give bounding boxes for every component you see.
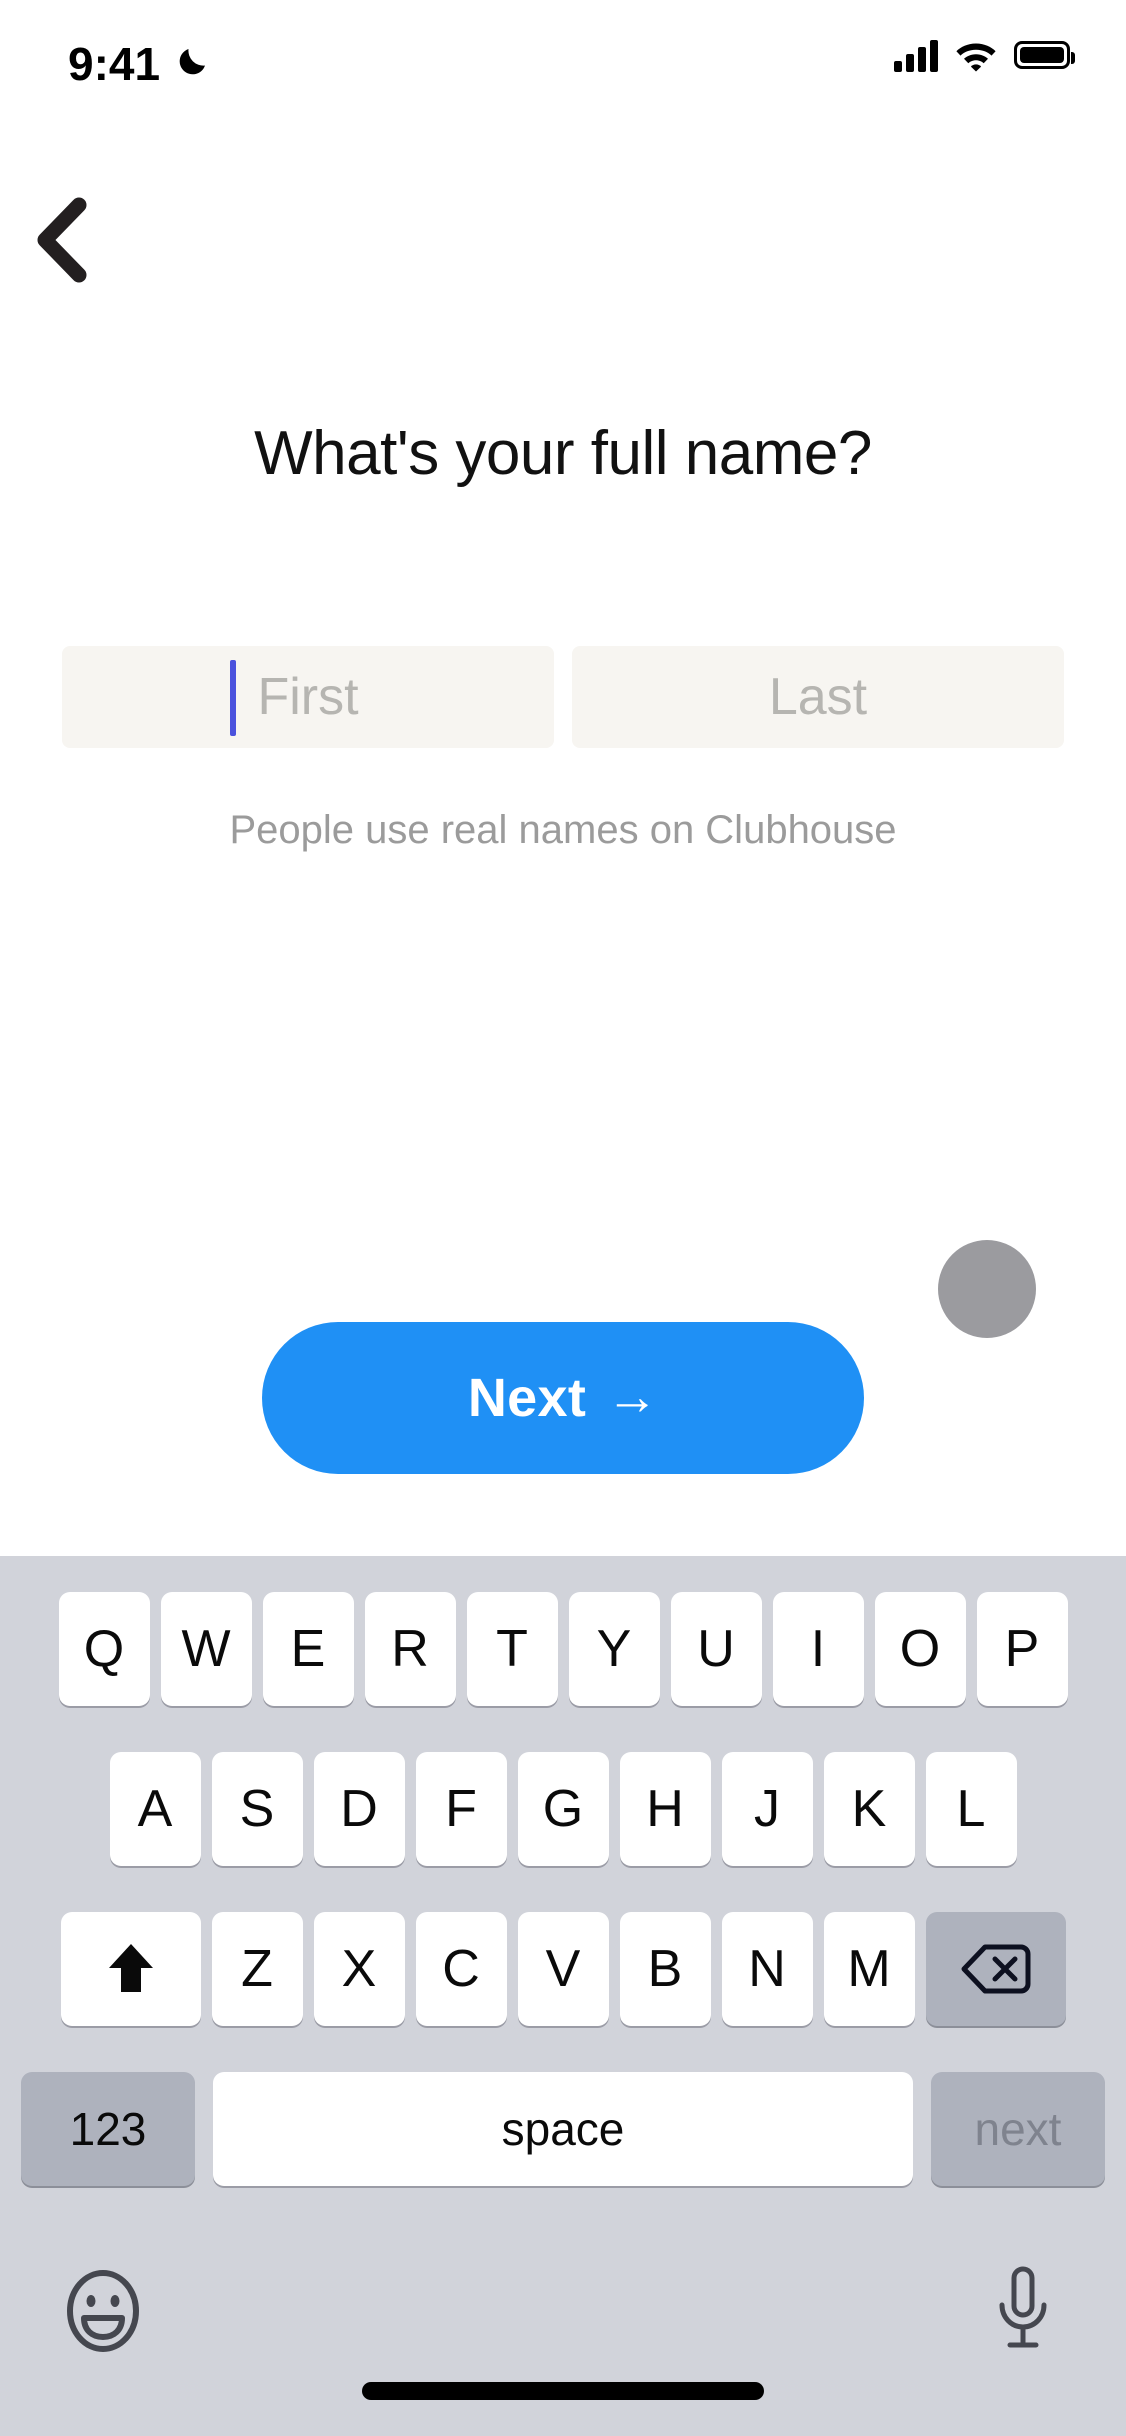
key-l[interactable]: L — [925, 1752, 1017, 1866]
key-z[interactable]: Z — [211, 1912, 303, 2026]
arrow-right-icon: → — [606, 1368, 659, 1426]
back-button[interactable] — [14, 190, 110, 290]
key-r[interactable]: R — [364, 1592, 456, 1706]
key-f[interactable]: F — [415, 1752, 507, 1866]
return-next-key[interactable]: next — [931, 2072, 1105, 2186]
key-p[interactable]: P — [976, 1592, 1068, 1706]
key-q[interactable]: Q — [58, 1592, 150, 1706]
space-key[interactable]: space — [213, 2072, 913, 2186]
last-name-placeholder: Last — [768, 668, 868, 726]
chevron-left-icon — [37, 197, 87, 283]
key-x[interactable]: X — [313, 1912, 405, 2026]
cellular-signal-icon — [894, 38, 938, 72]
key-h[interactable]: H — [619, 1752, 711, 1866]
key-d[interactable]: D — [313, 1752, 405, 1866]
key-o[interactable]: O — [874, 1592, 966, 1706]
microphone-key[interactable] — [968, 2256, 1078, 2366]
key-u[interactable]: U — [670, 1592, 762, 1706]
key-s[interactable]: S — [211, 1752, 303, 1866]
text-caret — [230, 660, 236, 736]
keyboard-row-2: A S D F G H J K L — [0, 1752, 1126, 1866]
key-n[interactable]: N — [721, 1912, 813, 2026]
status-bar-time: 9:41 — [68, 38, 161, 90]
first-name-placeholder: First — [257, 668, 359, 726]
key-v[interactable]: V — [517, 1912, 609, 2026]
key-e[interactable]: E — [262, 1592, 354, 1706]
keyboard-bottom-bar — [0, 2246, 1126, 2366]
next-button-label: Next — [467, 1368, 587, 1428]
key-b[interactable]: B — [619, 1912, 711, 2026]
key-i[interactable]: I — [772, 1592, 864, 1706]
shift-arrow-up-icon — [108, 1944, 153, 1992]
first-name-field[interactable]: First — [62, 646, 554, 748]
microphone-icon — [999, 2266, 1047, 2348]
status-bar: 9:41 — [0, 0, 1126, 118]
key-j[interactable]: J — [721, 1752, 813, 1866]
emoji-key[interactable] — [48, 2256, 158, 2366]
emoji-smiley-icon — [67, 2270, 139, 2352]
cursor-indicator — [938, 1240, 1036, 1338]
home-indicator-bar — [362, 2382, 764, 2400]
next-button[interactable]: Next → — [262, 1322, 864, 1474]
backspace-delete-icon — [961, 1944, 1030, 1994]
status-bar-indicators — [894, 38, 1075, 72]
keyboard-row-4: 123 space next — [0, 2072, 1126, 2186]
crescent-moon-icon — [179, 49, 205, 75]
keyboard-row-1: Q W E R T Y U I O P — [0, 1592, 1126, 1706]
key-w[interactable]: W — [160, 1592, 252, 1706]
helper-text: People use real names on Clubhouse — [229, 808, 897, 852]
key-y[interactable]: Y — [568, 1592, 660, 1706]
key-g[interactable]: G — [517, 1752, 609, 1866]
key-c[interactable]: C — [415, 1912, 507, 2026]
wifi-icon — [956, 43, 996, 72]
key-t[interactable]: T — [466, 1592, 558, 1706]
key-a[interactable]: A — [109, 1752, 201, 1866]
page-title: What's your full name? — [254, 419, 872, 488]
name-fields-row: First Last — [62, 646, 1064, 748]
on-screen-keyboard: Q W E R T Y U I O P A S D F G H J K L Z … — [0, 1556, 1126, 2436]
keyboard-row-3: Z X C V B N M — [0, 1912, 1126, 2026]
key-k[interactable]: K — [823, 1752, 915, 1866]
key-m[interactable]: M — [823, 1912, 915, 2026]
app-screen: 9:41 What's your full name? First Last P… — [0, 0, 1126, 2436]
numbers-key[interactable]: 123 — [21, 2072, 195, 2186]
last-name-field[interactable]: Last — [572, 646, 1064, 748]
backspace-key[interactable] — [925, 1912, 1066, 2026]
shift-key[interactable] — [60, 1912, 201, 2026]
battery-full-icon — [1014, 41, 1075, 69]
